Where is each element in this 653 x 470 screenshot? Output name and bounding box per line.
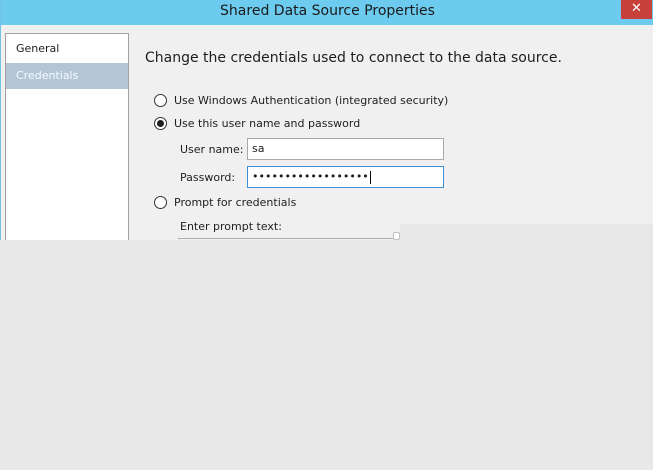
- title-bar[interactable]: Shared Data Source Properties ✕: [1, 0, 653, 25]
- radio-icon[interactable]: [154, 94, 167, 107]
- dialog-window: Shared Data Source Properties ✕ General …: [0, 0, 653, 240]
- username-label: User name:: [180, 143, 244, 156]
- text-caret: [369, 170, 371, 184]
- close-button[interactable]: ✕: [621, 0, 652, 19]
- radio-icon[interactable]: [154, 117, 167, 130]
- windows-auth-label: Use Windows Authentication (integrated s…: [174, 94, 449, 107]
- desktop-background: [0, 240, 653, 470]
- scrollbar-nub[interactable]: [393, 232, 400, 240]
- page-heading: Change the credentials used to connect t…: [145, 50, 562, 66]
- password-field[interactable]: ••••••••••••••••••: [247, 166, 444, 188]
- prompt-text-label: Enter prompt text:: [180, 220, 282, 233]
- nav-item-general[interactable]: General: [6, 36, 128, 62]
- credentials-panel: Change the credentials used to connect t…: [130, 25, 652, 240]
- radio-icon[interactable]: [154, 196, 167, 209]
- desktop-overlap: [400, 224, 653, 240]
- password-value: ••••••••••••••••••: [252, 170, 369, 183]
- window-title: Shared Data Source Properties: [220, 3, 435, 19]
- close-icon: ✕: [631, 1, 642, 16]
- username-field[interactable]: sa: [247, 138, 444, 160]
- prompt-label: Prompt for credentials: [174, 196, 297, 209]
- nav-item-credentials[interactable]: Credentials: [6, 63, 128, 89]
- user-password-label: Use this user name and password: [174, 117, 361, 130]
- page-nav: General Credentials: [5, 33, 129, 240]
- password-label: Password:: [180, 171, 236, 184]
- radio-selected-dot: [157, 120, 164, 127]
- username-value: sa: [252, 142, 265, 155]
